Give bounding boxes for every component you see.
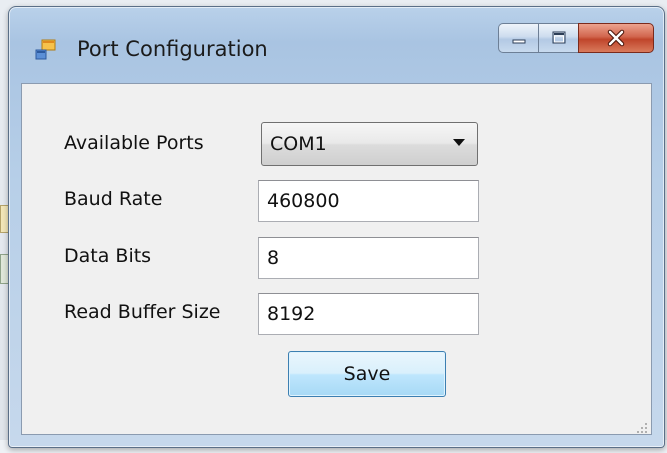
read-buffer-size-label: Read Buffer Size bbox=[64, 301, 221, 323]
title-bar[interactable]: Port Configuration bbox=[9, 7, 664, 79]
minimize-icon bbox=[512, 39, 525, 44]
port-configuration-window: Port Configuration Available Ports COM1 … bbox=[8, 6, 665, 448]
data-bits-input[interactable]: 8 bbox=[258, 237, 479, 279]
maximize-button[interactable] bbox=[538, 23, 578, 53]
data-bits-value: 8 bbox=[267, 247, 280, 269]
resize-grip-icon[interactable] bbox=[636, 419, 648, 433]
available-ports-label: Available Ports bbox=[64, 132, 204, 154]
save-button[interactable]: Save bbox=[288, 351, 446, 397]
window-title: Port Configuration bbox=[77, 37, 268, 61]
dialog-client-area: Available Ports COM1 Baud Rate 460800 Da… bbox=[21, 83, 652, 435]
read-buffer-size-input[interactable]: 8192 bbox=[258, 293, 479, 335]
caption-buttons bbox=[498, 23, 654, 53]
app-window-icon bbox=[35, 39, 57, 61]
baud-rate-label: Baud Rate bbox=[64, 188, 163, 210]
baud-rate-input[interactable]: 460800 bbox=[258, 180, 479, 222]
maximize-icon bbox=[552, 31, 565, 44]
available-ports-value: COM1 bbox=[270, 133, 327, 155]
minimize-button[interactable] bbox=[498, 23, 538, 53]
baud-rate-value: 460800 bbox=[267, 190, 340, 212]
chevron-down-icon bbox=[453, 139, 465, 146]
close-button[interactable] bbox=[578, 23, 654, 53]
available-ports-dropdown[interactable]: COM1 bbox=[261, 122, 478, 166]
close-icon bbox=[607, 29, 625, 47]
data-bits-label: Data Bits bbox=[64, 245, 152, 267]
read-buffer-size-value: 8192 bbox=[267, 303, 316, 325]
